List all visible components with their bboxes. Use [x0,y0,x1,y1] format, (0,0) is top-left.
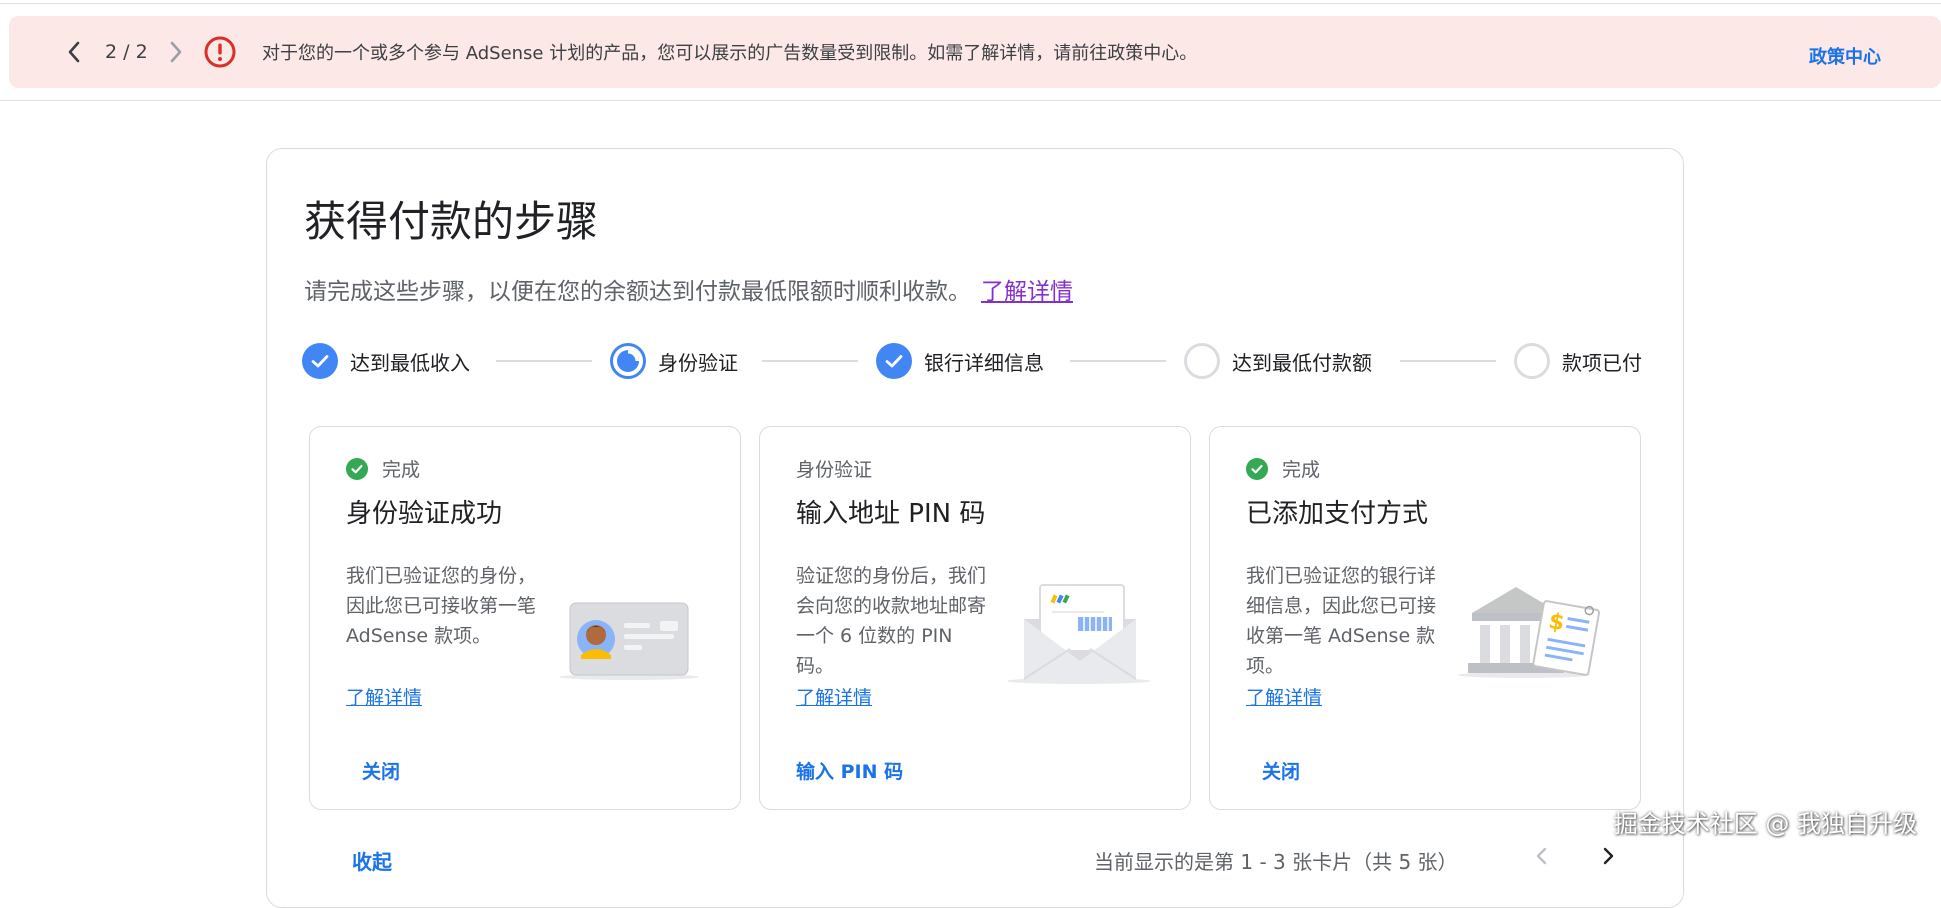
card-enter-pin: 身份验证 输入地址 PIN 码 验证您的身份后，我们会向您的收款地址邮寄一个 6… [759,426,1191,810]
success-check-icon [346,457,368,480]
clock-progress-icon [617,350,639,372]
alert-message: 对于您的一个或多个参与 AdSense 计划的产品，您可以展示的广告数量受到限制… [262,43,1198,64]
step-progress-icon [610,343,646,379]
card-range-label: 当前显示的是第 1 - 3 张卡片（共 5 张） [1094,850,1458,874]
step-connector [496,360,592,362]
card-close-button[interactable]: 关闭 [1262,757,1300,784]
step-label: 银行详细信息 [924,350,1044,375]
page-subtitle: 请完成这些步骤，以便在您的余额达到付款最低限额时顺利收款。 了解详情 [304,272,1073,306]
card-close-button[interactable]: 关闭 [362,757,400,784]
step-identity: 身份验证 [610,342,738,380]
step-label: 款项已付 [1562,350,1642,375]
step-done-icon [876,343,912,379]
learn-more-link[interactable]: 了解详情 [981,279,1073,305]
step-connector [1400,360,1496,362]
page-title: 获得付款的步骤 [304,197,599,246]
header-divider [0,100,1941,101]
id-card-icon [559,602,699,680]
bank-icon: $ [1458,587,1601,678]
step-done-icon [302,343,338,379]
success-check-icon [1246,457,1268,480]
chevron-right-icon [170,41,182,63]
top-divider [0,0,1941,4]
policy-center-link[interactable]: 政策中心 [1809,43,1881,69]
collapse-button[interactable]: 收起 [352,846,392,875]
card-status-label: 身份验证 [796,459,873,481]
step-label: 身份验证 [658,350,738,375]
card-body: 我们已验证您的身份，因此您已可接收第一笔 AdSense 款项。 [346,565,537,647]
card-title: 已添加支付方式 [1246,499,1429,529]
card-status-label: 完成 [382,459,421,481]
card-learn-more-link[interactable]: 了解详情 [796,683,872,710]
card-payment-method: 完成 已添加支付方式 我们已验证您的银行详细信息，因此您已可接收第一笔 AdSe… [1209,426,1641,810]
card-identity-verified: 完成 身份验证成功 我们已验证您的身份，因此您已可接收第一笔 AdSense 款… [309,426,741,810]
step-label: 达到最低付款额 [1232,350,1372,375]
step-label: 达到最低收入 [350,350,470,375]
step-todo-icon [1184,343,1220,379]
card-title: 输入地址 PIN 码 [796,499,986,529]
card-status-label: 完成 [1282,459,1321,481]
check-icon [311,355,329,368]
card-body: 验证您的身份后，我们会向您的收款地址邮寄一个 6 位数的 PIN 码。 [796,565,987,677]
chevron-left-icon [68,41,80,63]
chevron-right-icon[interactable] [1598,846,1618,866]
step-todo-icon [1514,343,1550,379]
enter-pin-button[interactable]: 输入 PIN 码 [796,757,903,784]
error-icon [204,36,236,68]
card-learn-more-link[interactable]: 了解详情 [346,683,422,710]
card-title: 身份验证成功 [346,499,503,529]
subtitle-text: 请完成这些步骤，以便在您的余额达到付款最低限额时顺利收款。 [304,279,971,305]
step-min-payment: 达到最低付款额 [1184,342,1372,380]
watermark: 掘金技术社区 @ 我独自升级 [1613,810,1917,838]
card-learn-more-link[interactable]: 了解详情 [1246,683,1322,710]
policy-alert-banner: 2 / 2 对于您的一个或多个参与 AdSense 计划的产品，您可以展示的广告… [9,16,1941,88]
step-connector [1070,360,1166,362]
card-status: 身份验证 [796,455,872,482]
card-status: 完成 [346,455,420,482]
alert-pager: 2 / 2 [105,41,148,63]
step-paid: 款项已付 [1514,342,1642,380]
step-bank: 银行详细信息 [876,342,1044,380]
card-body: 我们已验证您的银行详细信息，因此您已可接收第一笔 AdSense 款项。 [1246,565,1437,677]
alert-next-button[interactable] [163,37,189,67]
envelope-icon [1007,584,1151,684]
check-icon [885,355,903,368]
alert-prev-button[interactable] [61,37,87,67]
step-connector [762,360,858,362]
card-status: 完成 [1246,455,1320,482]
chevron-left-icon[interactable] [1532,846,1552,866]
step-min-earnings: 达到最低收入 [302,342,470,380]
